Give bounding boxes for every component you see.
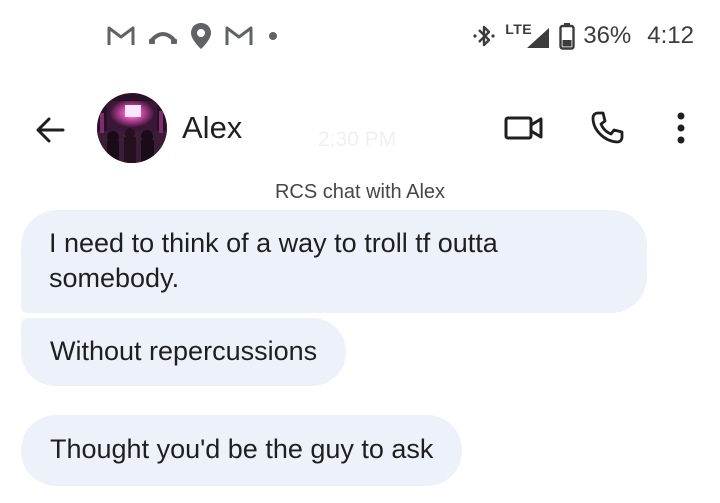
network-indicator: LTE <box>503 21 553 51</box>
incoming-message-bubble[interactable]: I need to think of a way to troll tf out… <box>21 210 647 313</box>
battery-icon <box>559 22 575 50</box>
incoming-message-bubble[interactable]: Thought you'd be the guy to ask <box>21 415 463 486</box>
contact-avatar[interactable] <box>97 93 167 163</box>
dot-icon <box>266 29 280 43</box>
battery-percent: 36% <box>583 22 632 49</box>
status-bar: LTE 36% 4:12 <box>0 0 720 72</box>
notification-icons <box>106 20 280 52</box>
avatar-photo <box>97 93 167 163</box>
system-indicators: LTE 36% 4:12 <box>471 18 694 54</box>
more-vert-icon <box>677 112 685 144</box>
cell-signal-icon <box>527 28 550 48</box>
back-button[interactable] <box>28 108 72 152</box>
phone-icon <box>591 111 624 144</box>
status-clock: 4:12 <box>647 22 694 49</box>
missed-call-icon <box>148 24 178 48</box>
video-call-button[interactable] <box>500 108 548 148</box>
gmail-icon <box>224 24 254 48</box>
contact-name: Alex <box>182 110 243 145</box>
videocam-icon <box>504 116 543 140</box>
incoming-message-bubble[interactable]: Without repercussions <box>21 318 347 386</box>
rcs-chat-label: RCS chat with Alex <box>274 181 446 203</box>
conversation-app-bar: Alex 2:30 PM <box>0 88 720 168</box>
location-icon <box>190 22 212 50</box>
faint-timestamp: 2:30 PM <box>318 128 397 151</box>
arrow-back-icon <box>36 117 65 143</box>
gmail-icon <box>106 24 136 48</box>
overflow-menu-button[interactable] <box>664 106 698 150</box>
bluetooth-icon <box>471 22 497 50</box>
voice-call-button[interactable] <box>585 106 629 150</box>
